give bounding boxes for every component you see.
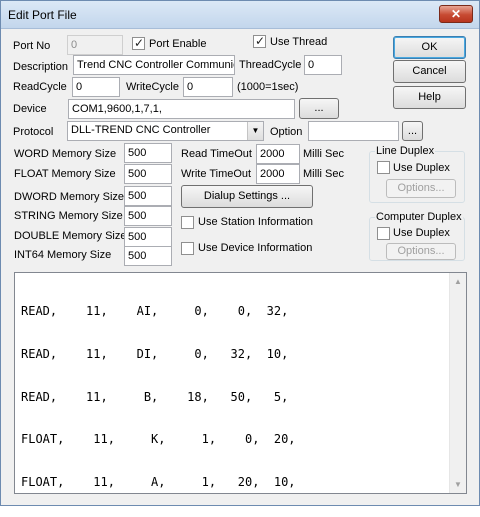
- memory-field[interactable]: 500: [124, 186, 172, 206]
- tag-definition-editor[interactable]: READ, 11, AI, 0, 0, 32, READ, 11, DI, 0,…: [14, 272, 467, 494]
- vertical-scrollbar[interactable]: ▲ ▼: [449, 273, 466, 493]
- memory-field[interactable]: 500: [124, 246, 172, 266]
- device-browse-button[interactable]: ...: [299, 98, 339, 119]
- read-timeout-field[interactable]: 2000: [256, 144, 300, 164]
- thread-cycle-label: ThreadCycle: [239, 59, 302, 71]
- editor-line: READ, 11, B, 18, 50, 5,: [21, 389, 289, 404]
- read-timeout-unit: Milli Sec: [303, 148, 344, 160]
- check-mark-icon: ✓: [134, 36, 145, 50]
- scroll-up-icon[interactable]: ▲: [450, 273, 466, 290]
- write-cycle-field[interactable]: 0: [183, 77, 233, 97]
- write-cycle-hint: (1000=1sec): [237, 81, 299, 93]
- port-enable-label: Port Enable: [149, 38, 207, 50]
- write-cycle-label: WriteCycle: [126, 81, 179, 93]
- line-duplex-label: Use Duplex: [393, 162, 450, 174]
- window-title: Edit Port File: [8, 8, 77, 22]
- protocol-dropdown[interactable]: DLL-TREND CNC Controller ▼: [67, 121, 264, 141]
- read-timeout-label: Read TimeOut: [181, 148, 252, 160]
- option-field[interactable]: [308, 121, 399, 141]
- port-enable-checkbox[interactable]: ✓: [132, 36, 145, 50]
- computer-duplex-title: Computer Duplex: [375, 210, 463, 224]
- ok-button[interactable]: OK: [393, 36, 466, 59]
- memory-label: INT64 Memory Size: [14, 249, 112, 261]
- check-mark-icon: ✓: [255, 34, 266, 48]
- option-browse-button[interactable]: ...: [402, 121, 423, 141]
- memory-field[interactable]: 500: [124, 206, 172, 226]
- read-cycle-label: ReadCycle: [13, 81, 67, 93]
- line-duplex-title: Line Duplex: [375, 144, 436, 158]
- memory-field[interactable]: 500: [124, 143, 172, 163]
- option-label: Option: [270, 126, 303, 138]
- memory-field[interactable]: 500: [124, 227, 172, 247]
- scroll-down-icon[interactable]: ▼: [450, 476, 466, 493]
- description-field[interactable]: Trend CNC Controller Communica: [73, 55, 235, 75]
- port-no-label: Port No: [13, 40, 51, 52]
- close-button[interactable]: ✕: [439, 5, 473, 23]
- protocol-label: Protocol: [13, 126, 54, 138]
- editor-line: READ, 11, AI, 0, 0, 32,: [21, 304, 289, 319]
- line-duplex-checkbox[interactable]: [377, 161, 390, 174]
- device-field[interactable]: COM1,9600,1,7,1,: [68, 99, 295, 119]
- use-thread-checkbox[interactable]: ✓: [253, 34, 266, 48]
- device-label: Device: [13, 103, 47, 115]
- use-station-checkbox[interactable]: [181, 216, 194, 229]
- computer-duplex-label: Use Duplex: [393, 227, 450, 239]
- memory-label: DOUBLE Memory Size: [14, 230, 127, 242]
- memory-label: DWORD Memory Size: [14, 191, 125, 203]
- line-duplex-group: Line Duplex Use Duplex Options...: [369, 144, 465, 203]
- edit-port-file-dialog: Edit Port File ✕ Port No 0 ✓ Port Enable…: [0, 0, 480, 506]
- memory-field[interactable]: 500: [124, 164, 172, 184]
- editor-content: READ, 11, AI, 0, 0, 32, READ, 11, DI, 0,…: [21, 276, 296, 517]
- memory-label: STRING Memory Size: [14, 210, 123, 222]
- help-button[interactable]: Help: [393, 86, 466, 109]
- cancel-button[interactable]: Cancel: [393, 60, 466, 83]
- write-timeout-unit: Milli Sec: [303, 168, 344, 180]
- computer-duplex-checkbox[interactable]: [377, 227, 390, 240]
- line-duplex-options-button[interactable]: Options...: [386, 179, 456, 198]
- memory-label: WORD Memory Size: [14, 148, 117, 160]
- use-device-label: Use Device Information: [198, 242, 313, 254]
- memory-label: FLOAT Memory Size: [14, 168, 116, 180]
- computer-duplex-group: Computer Duplex Use Duplex Options...: [369, 210, 465, 261]
- editor-line: READ, 11, DI, 0, 32, 10,: [21, 347, 289, 362]
- thread-cycle-field[interactable]: 0: [304, 55, 342, 75]
- editor-line: FLOAT, 11, A, 1, 20, 10,: [21, 474, 296, 489]
- description-label: Description: [13, 61, 69, 73]
- use-thread-label: Use Thread: [270, 36, 328, 48]
- title-bar[interactable]: Edit Port File ✕: [1, 1, 479, 29]
- write-timeout-label: Write TimeOut: [181, 168, 252, 180]
- write-timeout-field[interactable]: 2000: [256, 164, 300, 184]
- computer-duplex-options-button[interactable]: Options...: [386, 243, 456, 260]
- read-cycle-field[interactable]: 0: [72, 77, 120, 97]
- use-station-label: Use Station Information: [198, 216, 313, 228]
- dialup-settings-button[interactable]: Dialup Settings ...: [181, 185, 313, 208]
- port-no-field[interactable]: 0: [67, 35, 123, 55]
- use-device-checkbox[interactable]: [181, 242, 194, 255]
- protocol-value: DLL-TREND CNC Controller: [71, 124, 211, 136]
- editor-line: FLOAT, 11, K, 1, 0, 20,: [21, 432, 296, 447]
- chevron-down-icon[interactable]: ▼: [247, 122, 263, 140]
